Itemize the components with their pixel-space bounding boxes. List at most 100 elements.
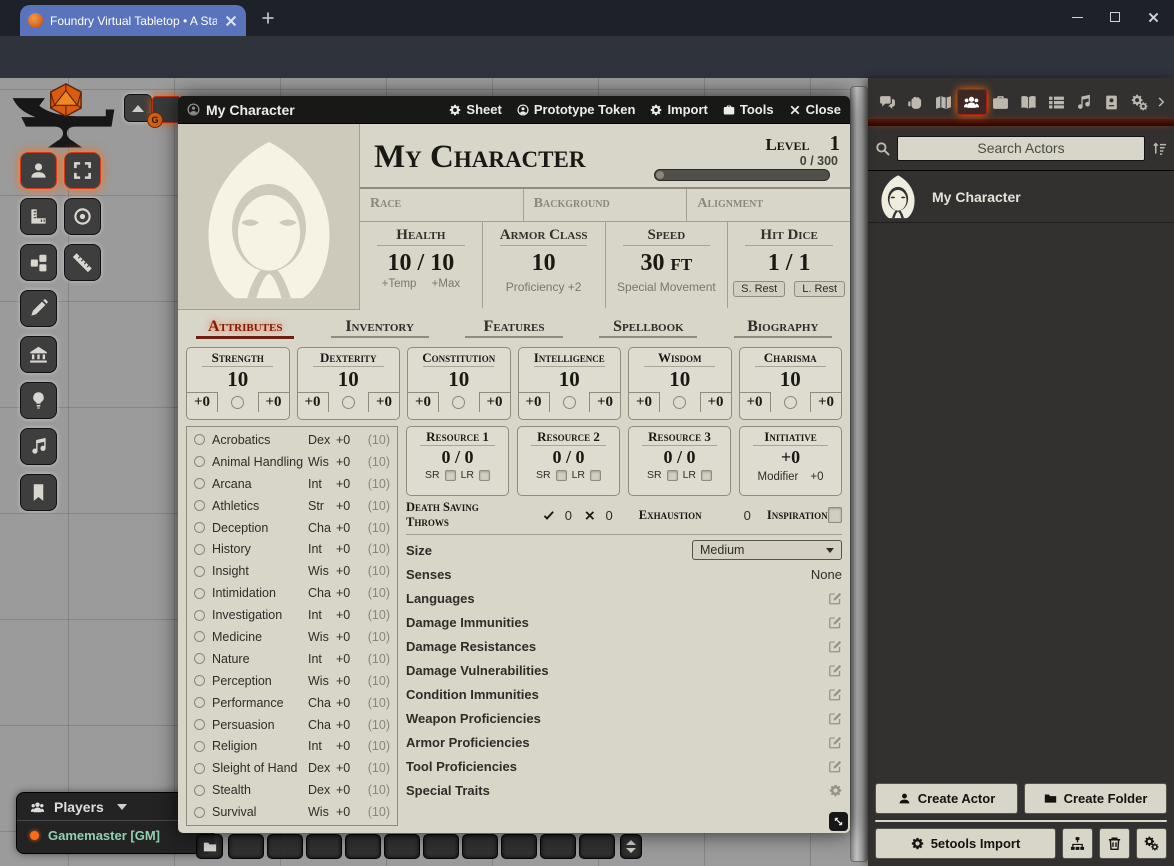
settings-button[interactable] [1136,828,1167,859]
skill-row[interactable]: Arcana Int +0 (10) [187,473,397,495]
skill-row[interactable]: Sleight of Hand Dex +0 (10) [187,757,397,779]
ability-name[interactable]: Intelligence [519,350,621,366]
tool-lighting-controls[interactable] [20,382,57,419]
ability-name[interactable]: Constitution [408,350,510,366]
macro-slot[interactable] [423,834,459,859]
special-movement-label[interactable]: Special Movement [606,280,728,294]
macro-folder-button[interactable] [196,834,223,859]
edit-icon[interactable] [829,664,842,677]
long-rest-checkbox[interactable] [590,470,601,481]
ability-save[interactable]: +0 [187,392,218,412]
edit-icon[interactable] [829,760,842,773]
xp-text[interactable]: 0 / 300 [654,154,838,168]
macro-slot[interactable] [306,834,342,859]
proficiency-toggle[interactable] [231,396,244,409]
folder-tree-button[interactable] [1062,828,1093,859]
macro-slot[interactable] [228,834,264,859]
proficiency-toggle[interactable] [784,396,797,409]
edit-icon[interactable] [829,640,842,653]
short-rest-checkbox[interactable] [667,470,678,481]
ability-mod[interactable]: +0 [700,392,731,412]
tool-tile-controls[interactable] [20,244,57,281]
speed-value[interactable]: 30 ft [606,248,728,278]
ability-score[interactable]: 10 [519,367,621,392]
sheet-config-button[interactable]: Sheet [449,102,501,117]
tool-note-controls[interactable] [20,474,57,511]
tool-token-controls[interactable] [20,152,57,189]
ability-mod[interactable]: +0 [589,392,620,412]
sidebar-tab-actors[interactable] [957,89,987,115]
skill-row[interactable]: Nature Int +0 (10) [187,648,397,670]
skill-row[interactable]: Medicine Wis +0 (10) [187,626,397,648]
skill-proficiency-toggle[interactable] [194,741,205,752]
ability-save[interactable]: +0 [298,392,329,412]
ability-save[interactable]: +0 [519,392,550,412]
ability-score[interactable]: 10 [629,367,731,392]
skill-proficiency-toggle[interactable] [194,588,205,599]
edit-icon[interactable] [829,712,842,725]
skill-proficiency-toggle[interactable] [194,566,205,577]
edit-icon[interactable] [829,592,842,605]
close-sheet-button[interactable]: Close [789,102,841,117]
short-rest-checkbox[interactable] [556,470,567,481]
sheet-tab[interactable]: Attributes [178,318,312,345]
edit-icon[interactable] [829,616,842,629]
long-rest-checkbox[interactable] [701,470,712,481]
window-title-group[interactable]: My Character [187,102,434,118]
initiative-value[interactable]: +0 [740,446,841,468]
sidebar-tab-chat[interactable] [874,89,902,115]
ability-save[interactable]: +0 [740,392,771,412]
size-select[interactable]: Medium [692,540,842,560]
initiative-label[interactable]: Initiative [740,429,841,445]
skill-row[interactable]: Athletics Str +0 (10) [187,495,397,517]
death-fail-value[interactable]: 0 [606,508,613,523]
window-close-button[interactable] [1138,4,1168,30]
skill-proficiency-toggle[interactable] [194,522,205,533]
skill-row[interactable]: Stealth Dex +0 (10) [187,779,397,801]
skill-proficiency-toggle[interactable] [194,500,205,511]
proficiency-toggle[interactable] [563,396,576,409]
macro-slot[interactable] [462,834,498,859]
armor-class-value[interactable]: 10 [483,248,605,278]
ability-name[interactable]: Strength [187,350,289,366]
edit-icon[interactable] [829,736,842,749]
skill-proficiency-toggle[interactable] [194,544,205,555]
skill-row[interactable]: Insight Wis +0 (10) [187,560,397,582]
sheet-tab[interactable]: Spellbook [581,318,715,345]
subtool-target[interactable] [64,198,101,235]
tools-button[interactable]: Tools [723,102,774,117]
ability-name[interactable]: Wisdom [629,350,731,366]
skill-row[interactable]: History Int +0 (10) [187,538,397,560]
temp-hp-label[interactable]: +Temp [382,278,417,290]
subtool-select[interactable] [64,152,101,189]
character-name[interactable]: My Character [374,128,654,187]
skill-row[interactable]: Acrobatics Dex +0 (10) [187,429,397,451]
skill-row[interactable]: Animal Handling Wis +0 (10) [187,451,397,473]
resource-label[interactable]: Resource 1 [407,429,508,445]
prototype-token-button[interactable]: Prototype Token [517,102,636,117]
ability-mod[interactable]: +0 [810,392,841,412]
race-field[interactable]: Race [360,189,523,221]
sort-icon[interactable] [1152,141,1167,156]
skill-row[interactable]: Intimidation Cha +0 (10) [187,582,397,604]
skill-row[interactable]: Performance Cha +0 (10) [187,692,397,714]
character-portrait[interactable] [178,124,360,310]
ability-name[interactable]: Charisma [740,350,842,366]
sheet-tab[interactable]: Biography [716,318,850,345]
skill-proficiency-toggle[interactable] [194,675,205,686]
ability-name[interactable]: Dexterity [298,350,400,366]
max-hp-label[interactable]: +Max [432,278,460,290]
sidebar-tab-combat[interactable] [902,89,930,115]
subtool-ruler[interactable] [64,244,101,281]
skill-row[interactable]: Survival Wis +0 (10) [187,801,397,823]
long-rest-checkbox[interactable] [479,470,490,481]
skill-proficiency-toggle[interactable] [194,785,205,796]
short-rest-checkbox[interactable] [445,470,456,481]
skill-proficiency-toggle[interactable] [194,719,205,730]
macro-slot[interactable] [540,834,576,859]
level-value[interactable]: 1 [830,131,841,156]
tool-drawing-controls[interactable] [20,290,57,327]
alignment-field[interactable]: Alignment [686,189,850,221]
skill-proficiency-toggle[interactable] [194,478,205,489]
ability-save[interactable]: +0 [629,392,660,412]
